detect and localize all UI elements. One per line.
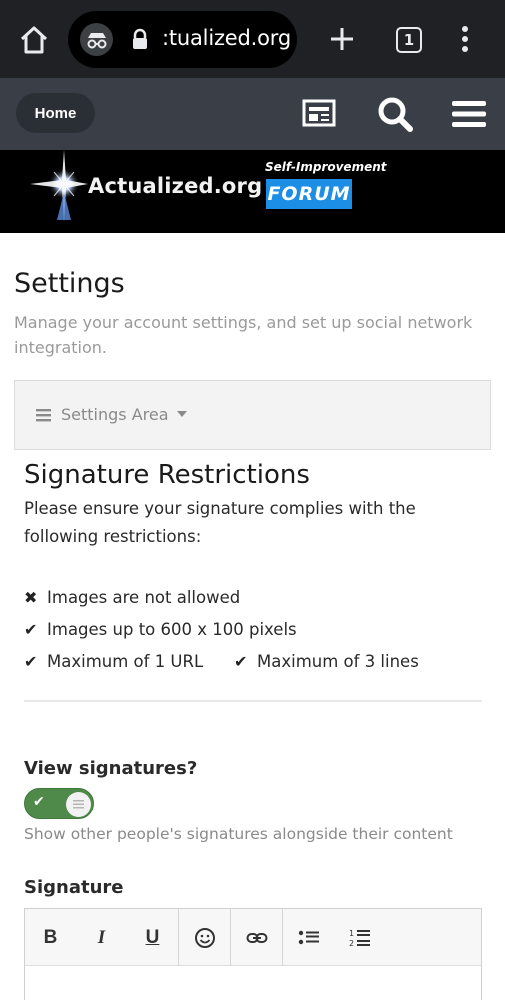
grip-lines-icon: [73, 800, 84, 809]
check-icon: ✔: [24, 620, 38, 639]
signature-restrictions-description: Please ensure your signature complies wi…: [24, 499, 416, 546]
url-text: :tualized.org: [162, 26, 291, 50]
menu-lines-icon: [36, 409, 51, 422]
home-icon[interactable]: [18, 24, 50, 56]
divider: [24, 700, 482, 702]
activity-feed-icon[interactable]: [302, 98, 338, 128]
bulleted-list-button[interactable]: [283, 909, 334, 966]
signature-label: Signature: [24, 877, 124, 898]
restriction-item: ✔ Maximum of 3 lines: [234, 652, 419, 671]
settings-area-dropdown[interactable]: Settings Area: [14, 380, 491, 450]
more-vert-icon[interactable]: [455, 23, 475, 55]
check-icon: ✔: [24, 652, 38, 671]
toggle-knob[interactable]: [66, 792, 91, 817]
site-navigation: Home: [0, 78, 505, 150]
forum-badge: FORUM: [266, 179, 352, 209]
bulleted-list-icon: [298, 930, 319, 944]
svg-text:1: 1: [349, 929, 354, 938]
search-icon[interactable]: [376, 95, 414, 133]
svg-text:2: 2: [349, 939, 354, 948]
view-signatures-label: View signatures?: [24, 758, 198, 779]
page-description: Manage your account settings, and set up…: [14, 313, 473, 357]
view-signatures-toggle[interactable]: ✔: [24, 788, 94, 819]
incognito-icon: [80, 23, 113, 56]
restriction-item: ✔ Maximum of 1 URL: [24, 652, 203, 671]
lock-icon: [133, 28, 147, 49]
browser-toolbar: :tualized.org 1: [0, 0, 505, 78]
view-signatures-hint: Show other people's signatures alongside…: [24, 825, 453, 843]
signature-editor[interactable]: B I U 1 2: [24, 908, 482, 1000]
logo-text: Actualized.org: [88, 174, 263, 198]
numbered-list-icon: 1 2: [349, 929, 370, 948]
signature-restrictions-title: Signature Restrictions: [24, 460, 310, 490]
emoji-button[interactable]: [179, 909, 230, 966]
logo-star-icon: [30, 150, 88, 222]
x-icon: ✖: [24, 588, 38, 607]
tab-switcher-button[interactable]: 1: [396, 27, 422, 53]
bold-button[interactable]: B: [25, 909, 76, 966]
underline-button[interactable]: U: [127, 909, 178, 966]
restriction-text: Maximum of 3 lines: [257, 652, 419, 671]
settings-area-label: Settings Area: [61, 405, 169, 424]
numbered-list-button[interactable]: 1 2: [334, 909, 385, 966]
restriction-item: ✖ Images are not allowed: [24, 588, 240, 607]
address-bar[interactable]: :tualized.org: [68, 11, 297, 68]
restriction-text: Maximum of 1 URL: [47, 652, 204, 671]
check-icon: ✔: [234, 652, 248, 671]
menu-icon[interactable]: [452, 99, 486, 129]
caret-down-icon: [177, 411, 187, 417]
emoji-icon: [194, 927, 215, 948]
logo-tagline: Self-Improvement: [265, 160, 387, 174]
italic-button[interactable]: I: [76, 909, 127, 966]
restriction-item: ✔ Images up to 600 x 100 pixels: [24, 620, 297, 639]
page-title: Settings: [14, 268, 125, 299]
tab-count: 1: [403, 31, 415, 49]
site-banner[interactable]: Actualized.org Self-Improvement FORUM: [0, 150, 505, 233]
link-icon: [246, 932, 267, 943]
home-button[interactable]: Home: [16, 93, 95, 133]
new-tab-icon[interactable]: [326, 23, 358, 55]
restriction-text: Images are not allowed: [47, 588, 241, 607]
check-icon: ✔: [33, 794, 45, 810]
link-button[interactable]: [231, 909, 282, 966]
restriction-text: Images up to 600 x 100 pixels: [47, 620, 297, 639]
editor-toolbar: B I U 1 2: [25, 909, 481, 966]
